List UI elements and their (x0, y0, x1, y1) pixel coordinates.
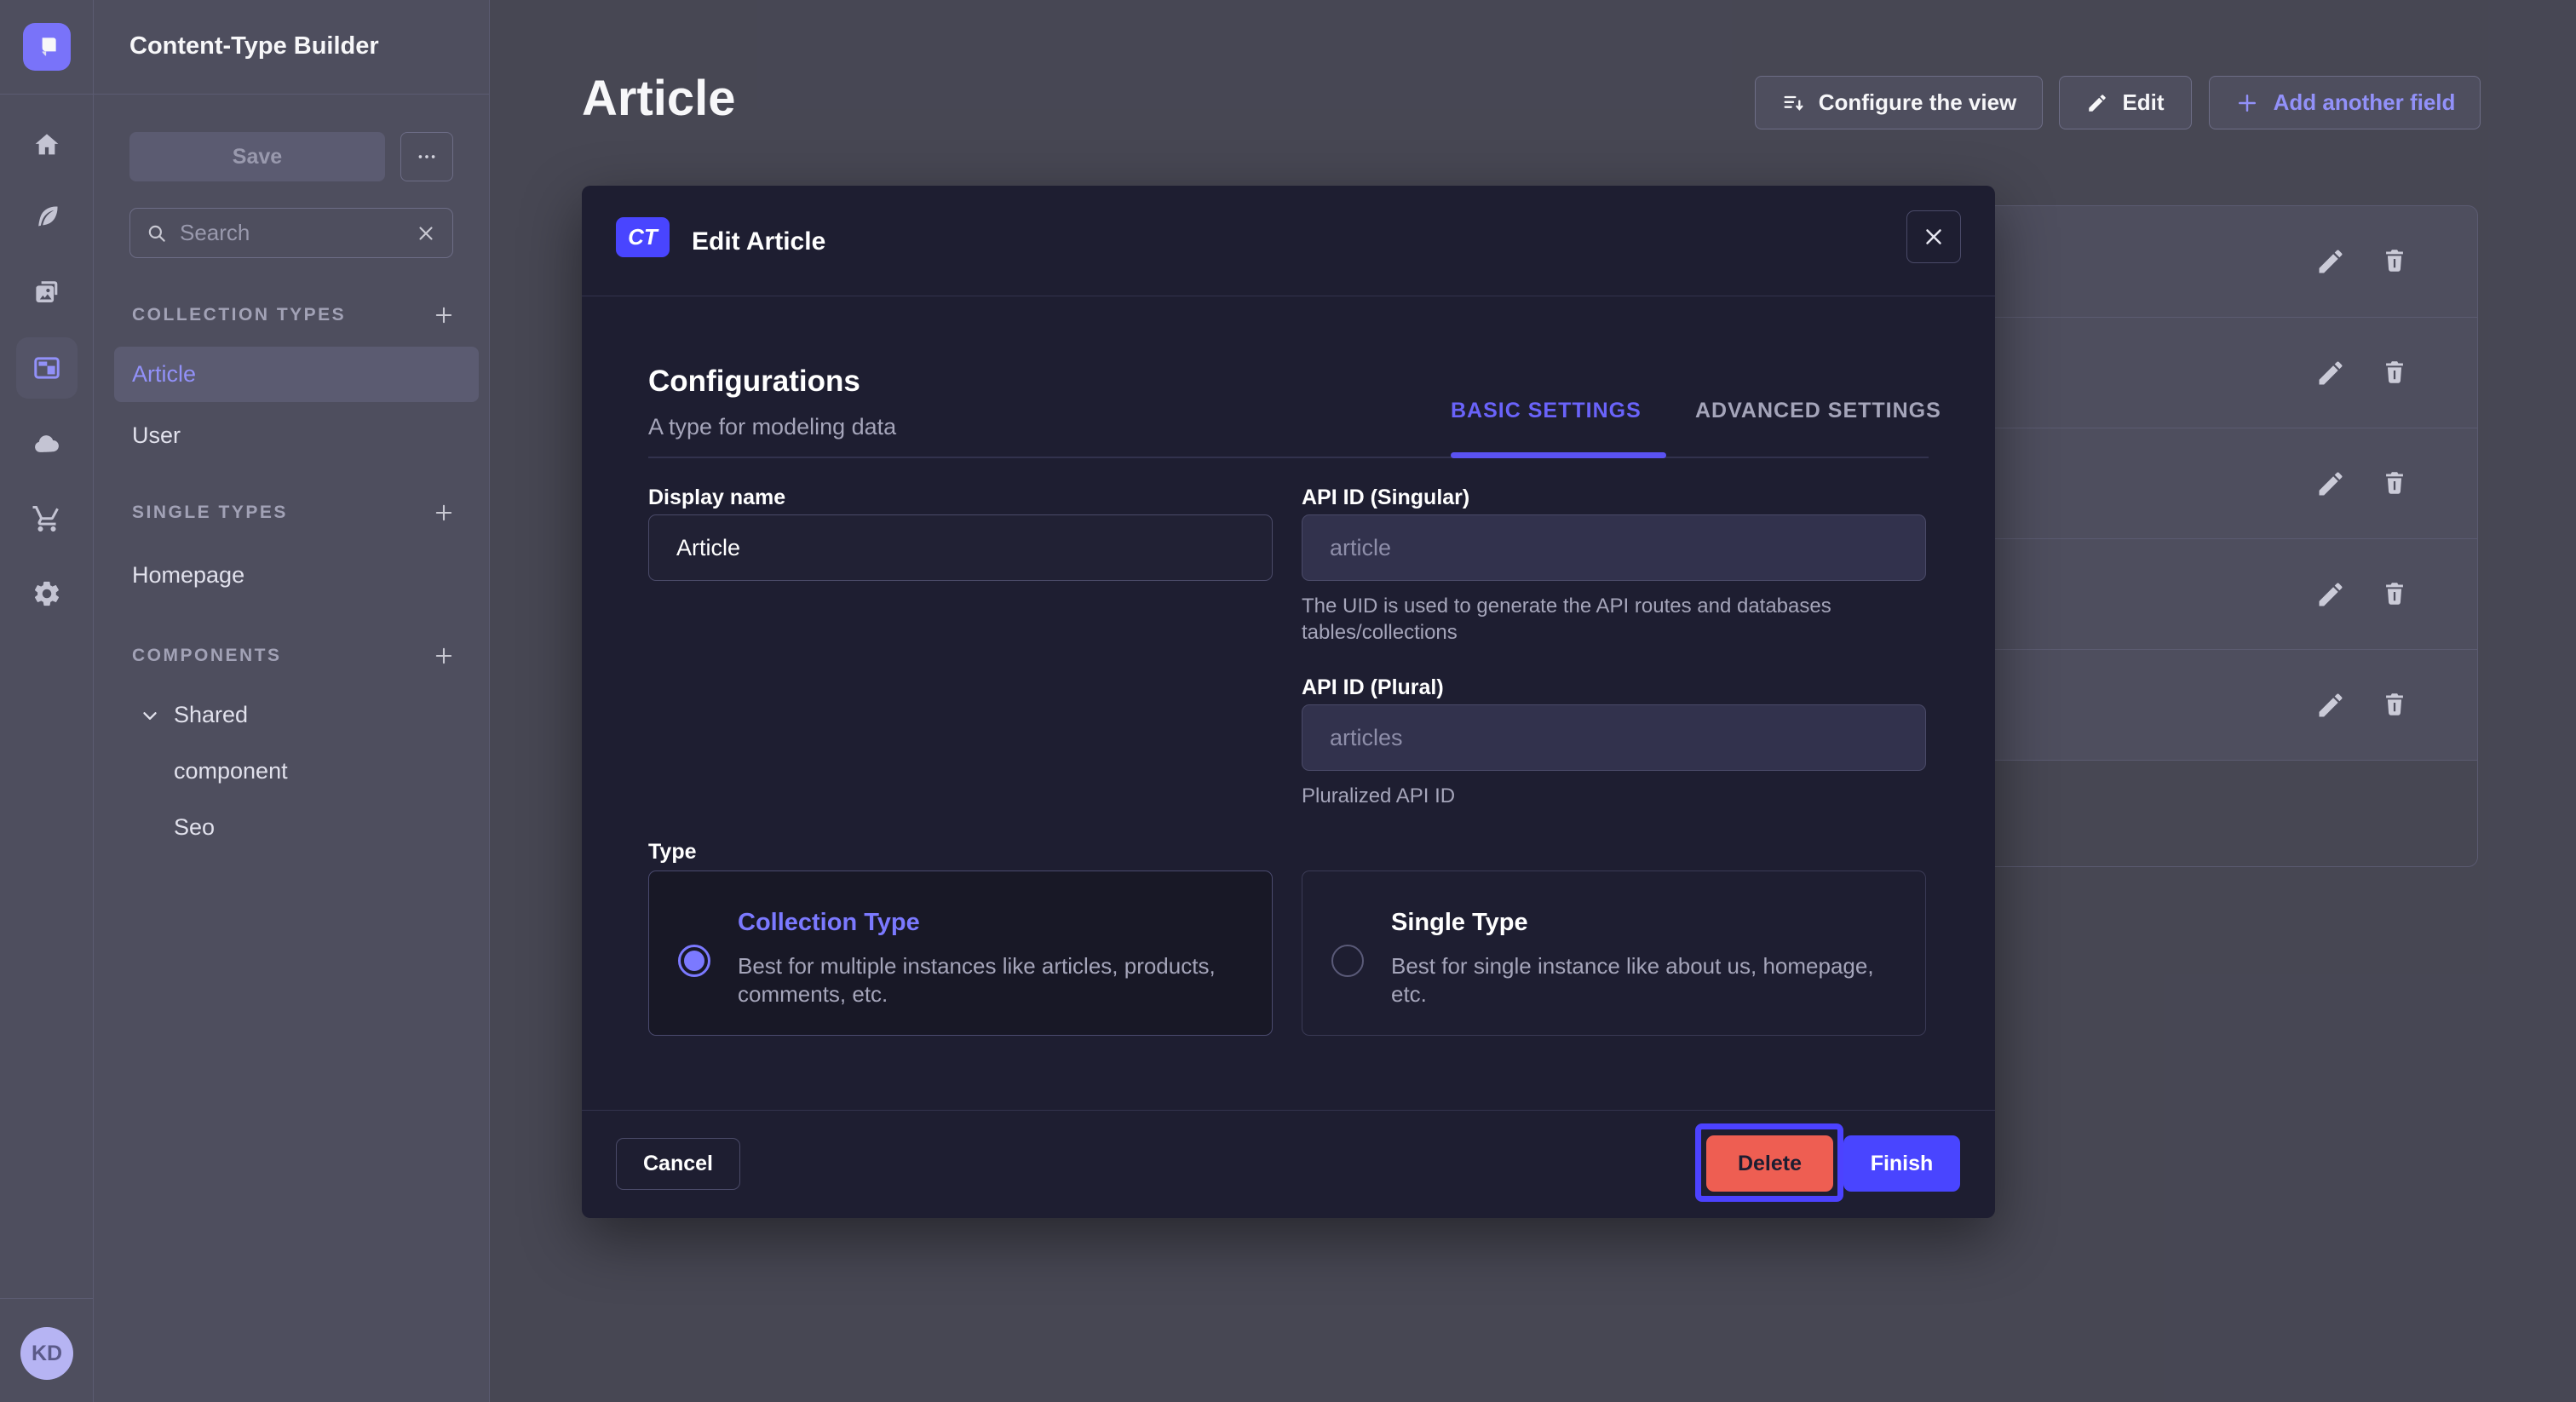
single-type-card[interactable]: Single Type Best for single instance lik… (1302, 871, 1926, 1036)
collection-type-description: Best for multiple instances like article… (738, 952, 1245, 1008)
configurations-title: Configurations (648, 365, 860, 399)
configurations-subtitle: A type for modeling data (648, 414, 896, 440)
delete-button[interactable]: Delete (1706, 1135, 1833, 1192)
collection-type-title: Collection Type (738, 909, 920, 937)
tab-advanced-settings[interactable]: ADVANCED SETTINGS (1695, 399, 1941, 423)
single-type-radio[interactable] (1331, 945, 1364, 977)
modal-title: Edit Article (692, 227, 825, 256)
content-type-badge: CT (616, 217, 670, 257)
collection-type-radio[interactable] (678, 945, 710, 977)
api-id-plural-label: API ID (Plural) (1302, 675, 1444, 700)
api-id-plural-help: Pluralized API ID (1302, 783, 1906, 809)
active-tab-underline (1451, 452, 1666, 458)
edit-article-modal: CT Edit Article Configurations A type fo… (582, 186, 1995, 1218)
cancel-button[interactable]: Cancel (616, 1138, 740, 1190)
api-id-singular-input[interactable] (1302, 514, 1926, 581)
finish-button[interactable]: Finish (1843, 1135, 1960, 1192)
api-id-plural-input[interactable] (1302, 704, 1926, 771)
type-label: Type (648, 840, 697, 865)
display-name-label: Display name (648, 486, 785, 510)
footer-divider (582, 1110, 1995, 1111)
modal-header: CT Edit Article (582, 186, 1995, 296)
single-type-title: Single Type (1391, 909, 1528, 937)
tabs-divider (648, 457, 1929, 458)
api-id-singular-help: The UID is used to generate the API rout… (1302, 593, 1906, 646)
display-name-input[interactable] (648, 514, 1273, 581)
close-button[interactable] (1906, 210, 1961, 263)
api-id-singular-label: API ID (Singular) (1302, 486, 1469, 510)
tab-basic-settings[interactable]: BASIC SETTINGS (1451, 399, 1642, 423)
collection-type-card[interactable]: Collection Type Best for multiple instan… (648, 871, 1273, 1036)
single-type-description: Best for single instance like about us, … (1391, 952, 1898, 1008)
